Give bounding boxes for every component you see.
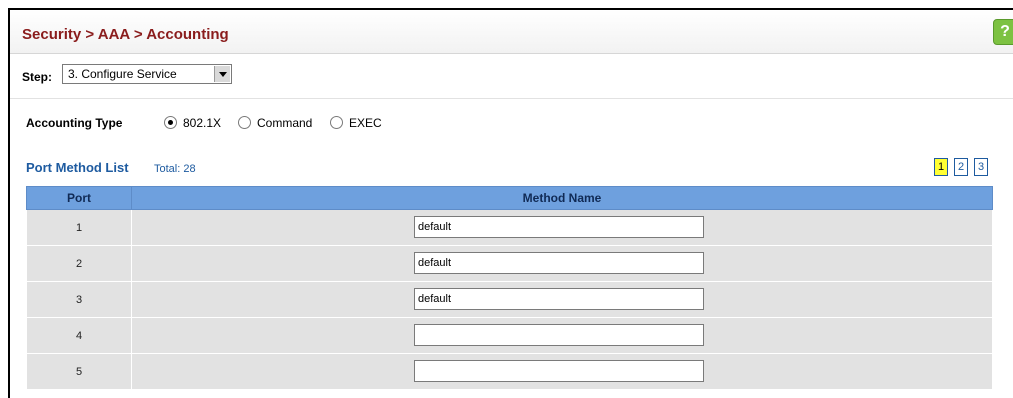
method-name-input[interactable] [414,288,704,310]
column-header-port: Port [26,186,132,210]
page-link-2[interactable]: 2 [954,158,968,176]
table-header-row: Port Method Name [26,186,993,210]
method-name-input[interactable] [414,216,704,238]
chevron-down-icon[interactable] [214,66,230,82]
table-row: 3 [26,281,993,318]
table-row: 4 [26,317,993,354]
port-method-list-title: Port Method List [26,160,129,175]
port-cell: 3 [26,281,132,318]
table-row: 1 [26,209,993,246]
step-row: Step: 3. Configure Service [10,54,1013,99]
page-link-3[interactable]: 3 [974,158,988,176]
radio-command-label: Command [257,115,313,130]
port-method-list-total: Total: 28 [154,163,196,175]
page-link-1[interactable]: 1 [934,158,948,176]
method-cell [131,209,993,246]
port-cell: 4 [26,317,132,354]
step-select-value: 3. Configure Service [68,67,177,81]
step-select[interactable]: 3. Configure Service [62,64,232,84]
radio-button-icon[interactable] [330,116,343,130]
port-cell: 1 [26,209,132,246]
radio-exec[interactable]: EXEC [330,115,382,131]
title-bar: Security > AAA > Accounting ? [10,10,1013,54]
port-method-table: Port Method Name 1 2 3 4 5 [26,186,993,390]
help-icon[interactable]: ? [993,19,1013,45]
page-title: Security > AAA > Accounting [22,26,229,43]
step-label: Step: [22,70,52,84]
radio-command[interactable]: Command [238,115,312,131]
radio-8021x-label: 802.1X [183,115,222,130]
table-row: 2 [26,245,993,282]
method-cell [131,317,993,354]
method-name-input[interactable] [414,252,704,274]
radio-button-icon[interactable] [164,116,177,130]
method-cell [131,245,993,282]
column-header-method-name: Method Name [131,186,993,210]
radio-button-icon[interactable] [238,116,251,130]
table-row: 5 [26,353,993,390]
radio-exec-label: EXEC [349,115,382,130]
port-cell: 5 [26,353,132,390]
method-cell [131,353,993,390]
method-cell [131,281,993,318]
radio-8021x[interactable]: 802.1X [164,115,221,131]
method-name-input[interactable] [414,324,704,346]
port-cell: 2 [26,245,132,282]
accounting-type-label: Accounting Type [26,116,123,130]
method-name-input[interactable] [414,360,704,382]
